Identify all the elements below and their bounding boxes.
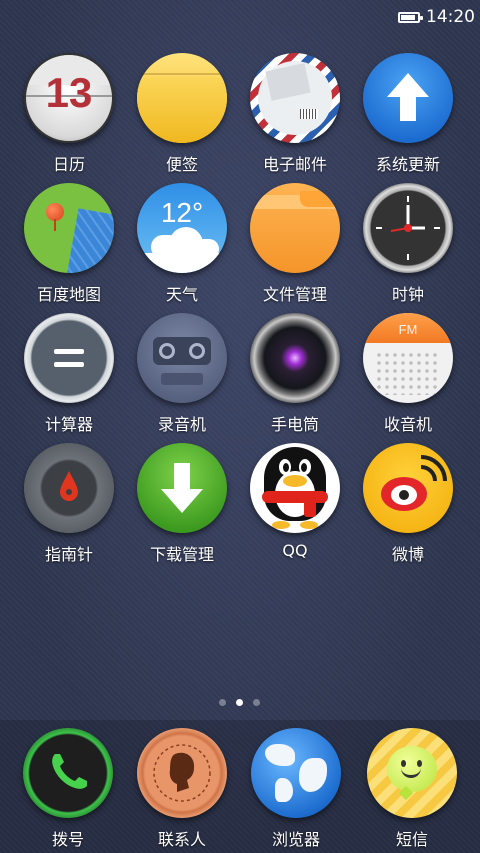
app-clock[interactable]: 时钟	[352, 183, 464, 305]
app-label: 微博	[391, 545, 424, 564]
dock-dialer[interactable]: 拨号	[12, 728, 124, 850]
app-flashlight[interactable]: 手电筒	[239, 313, 351, 435]
page-indicator[interactable]	[0, 699, 480, 709]
app-weather[interactable]: 12° 天气	[126, 183, 238, 305]
page-dot[interactable]	[253, 699, 260, 706]
compass-icon	[24, 443, 114, 533]
dock-browser[interactable]: 浏览器	[240, 728, 352, 850]
app-calendar[interactable]: 13 日历	[13, 53, 125, 175]
weather-icon: 12°	[137, 183, 227, 273]
app-label: 便签	[165, 155, 198, 174]
clock-icon	[363, 183, 453, 273]
app-label: 短信	[395, 830, 428, 849]
download-icon	[137, 443, 227, 533]
app-label: QQ	[282, 541, 308, 560]
app-label: 系统更新	[375, 155, 440, 174]
qq-penguin-icon	[250, 443, 340, 533]
app-baidu-map[interactable]: 百度地图	[13, 183, 125, 305]
page-dot[interactable]	[219, 699, 226, 706]
app-label: 计算器	[44, 415, 93, 434]
app-label: 浏览器	[271, 830, 320, 849]
map-icon	[24, 183, 114, 273]
browser-globe-icon	[251, 728, 341, 818]
app-file-manager[interactable]: 文件管理	[239, 183, 351, 305]
app-calculator[interactable]: 计算器	[13, 313, 125, 435]
app-download-manager[interactable]: 下载管理	[126, 443, 238, 565]
weibo-icon	[363, 443, 453, 533]
sms-icon	[367, 728, 457, 818]
radio-icon: FM	[363, 313, 453, 403]
system-update-icon	[363, 53, 453, 143]
contacts-icon	[137, 728, 227, 818]
battery-icon	[398, 12, 423, 23]
app-label: 天气	[165, 285, 198, 304]
dock-sms[interactable]: 短信	[356, 728, 468, 850]
app-label: 日历	[52, 155, 85, 174]
app-label: 百度地图	[36, 285, 101, 304]
app-radio[interactable]: FM 收音机	[352, 313, 464, 435]
recorder-icon	[137, 313, 227, 403]
dock-contacts[interactable]: 联系人	[126, 728, 238, 850]
app-label: 手电筒	[270, 415, 319, 434]
app-label: 拨号	[51, 830, 84, 849]
notes-icon	[137, 53, 227, 143]
app-label: 录音机	[157, 415, 206, 434]
phone-icon	[23, 728, 113, 818]
app-compass[interactable]: 指南针	[13, 443, 125, 565]
app-notes[interactable]: 便签	[126, 53, 238, 175]
calculator-icon	[24, 313, 114, 403]
flashlight-icon	[250, 313, 340, 403]
app-label: 收音机	[383, 415, 432, 434]
app-label: 文件管理	[262, 285, 327, 304]
app-system-update[interactable]: 系统更新	[352, 53, 464, 175]
app-label: 指南针	[44, 545, 93, 564]
app-weibo[interactable]: 微博	[352, 443, 464, 565]
app-email[interactable]: 电子邮件	[239, 53, 351, 175]
app-label: 电子邮件	[262, 155, 327, 174]
calendar-icon: 13	[24, 53, 114, 143]
status-time: 14:20	[426, 7, 475, 27]
email-icon	[250, 53, 340, 143]
app-label: 时钟	[391, 285, 424, 304]
app-recorder[interactable]: 录音机	[126, 313, 238, 435]
folder-icon	[250, 183, 340, 273]
app-label: 联系人	[157, 830, 206, 849]
page-dot-current[interactable]	[236, 699, 243, 706]
status-bar: 14:20	[0, 0, 480, 36]
app-qq[interactable]: QQ	[239, 443, 351, 560]
app-label: 下载管理	[149, 545, 214, 564]
